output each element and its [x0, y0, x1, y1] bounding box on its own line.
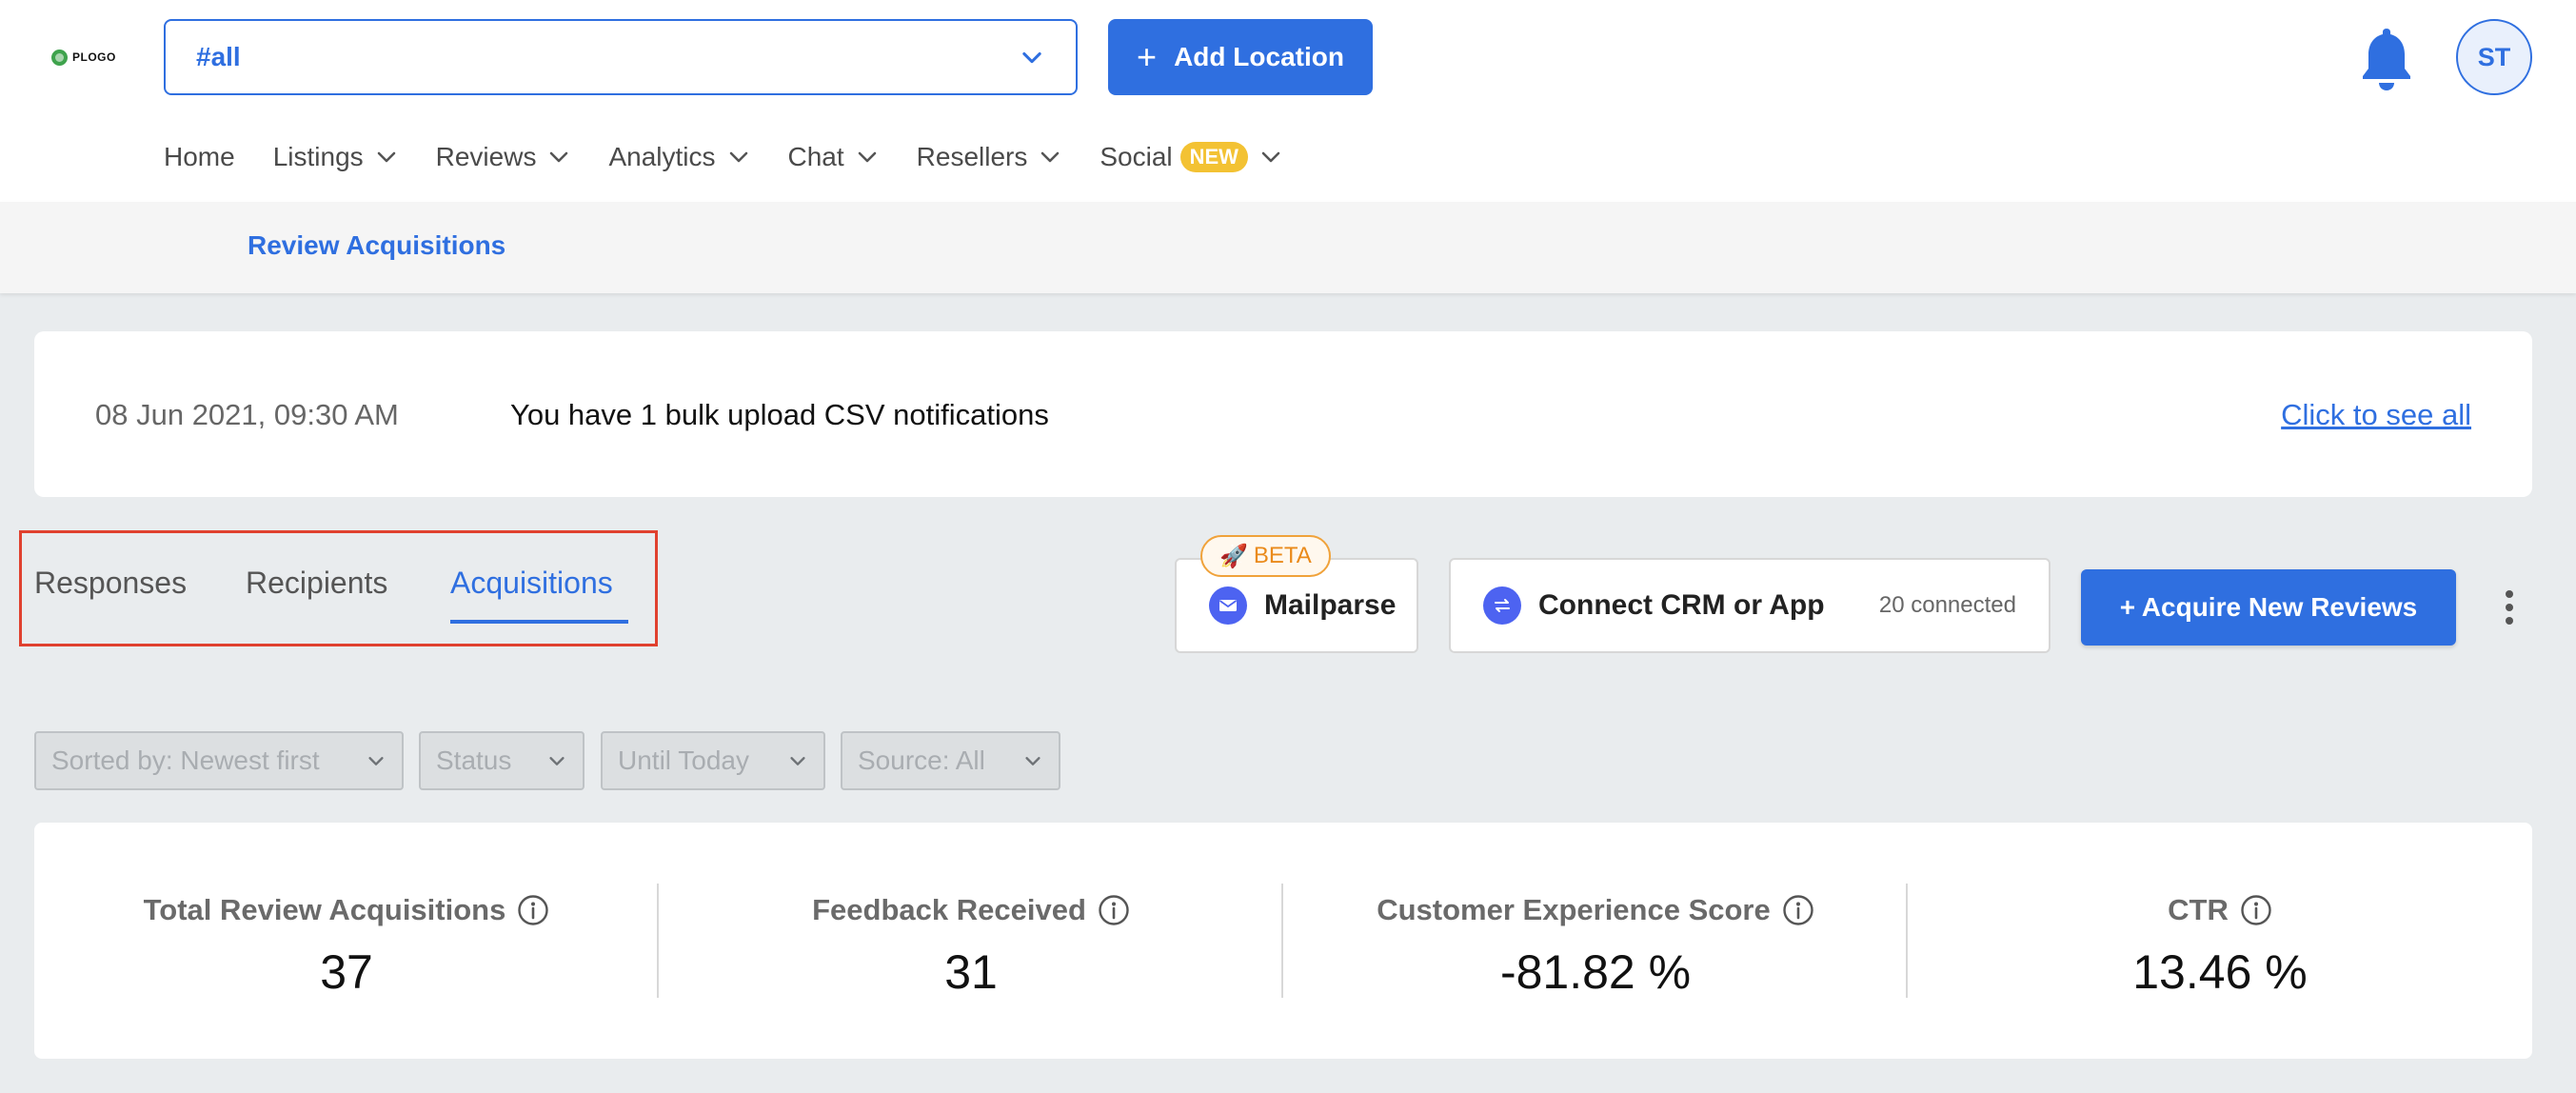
main-nav: Home Listings Reviews Analytics Chat Res…: [164, 133, 1320, 181]
notification-card: 08 Jun 2021, 09:30 AM You have 1 bulk up…: [34, 331, 2532, 497]
stat-total-acquisitions-label: Total Review Acquisitions: [143, 893, 506, 926]
nav-resellers-label: Resellers: [916, 142, 1028, 171]
kebab-dot: [2506, 604, 2513, 611]
see-all-link[interactable]: Click to see all: [2281, 398, 2471, 432]
nav-chat[interactable]: Chat: [788, 142, 879, 172]
nav-social-label: Social: [1100, 142, 1173, 171]
logo-mark-icon: [51, 49, 68, 66]
nav-resellers[interactable]: Resellers: [917, 142, 1062, 172]
chevron-down-icon: [729, 151, 747, 163]
beta-label: BETA: [1253, 543, 1312, 568]
date-filter[interactable]: Until Today: [601, 731, 825, 790]
nav-analytics-label: Analytics: [608, 142, 716, 171]
stat-label: Total Review Acquisitions: [144, 893, 550, 927]
info-icon[interactable]: [1098, 894, 1130, 926]
nav-reviews[interactable]: Reviews: [436, 142, 571, 172]
tab-acquisitions[interactable]: Acquisitions: [450, 566, 613, 601]
new-badge: NEW: [1179, 142, 1248, 172]
notification-date: 08 Jun 2021, 09:30 AM: [95, 398, 399, 431]
logo-text: PLOGO: [72, 50, 116, 64]
kebab-dot: [2506, 617, 2513, 625]
date-filter-label: Until Today: [618, 745, 750, 775]
tab-responses[interactable]: Responses: [34, 566, 187, 601]
info-icon[interactable]: [517, 894, 549, 926]
mail-icon: [1209, 586, 1247, 625]
notification-message: You have 1 bulk upload CSV notifications: [510, 398, 1049, 431]
stat-label: CTR: [2168, 893, 2272, 927]
nav-social[interactable]: Social NEW: [1100, 142, 1282, 172]
rocket-icon: 🚀: [1219, 543, 1248, 569]
sort-filter-label: Sorted by: Newest first: [51, 745, 320, 775]
stat-ctr: CTR 13.46 %: [1908, 823, 2532, 1059]
connect-crm-button[interactable]: Connect CRM or App 20 connected: [1449, 558, 2051, 653]
mailparse-label: Mailparse: [1264, 589, 1397, 621]
tab-recipients[interactable]: Recipients: [246, 566, 387, 601]
stat-feedback-received: Feedback Received 31: [659, 823, 1283, 1059]
connected-count: 20 connected: [1878, 592, 2016, 618]
kebab-menu-icon[interactable]: [2494, 585, 2525, 630]
info-icon[interactable]: [1782, 894, 1814, 926]
active-tab-indicator: [450, 620, 628, 624]
chevron-down-icon: [1022, 51, 1041, 64]
chevron-down-icon: [1025, 757, 1040, 765]
status-filter-label: Status: [436, 745, 512, 775]
sub-header: Review Acquisitions: [0, 202, 2576, 293]
kebab-dot: [2506, 590, 2513, 598]
chevron-down-icon: [1261, 151, 1280, 163]
chevron-down-icon: [550, 151, 568, 163]
stat-ctr-label: CTR: [2168, 893, 2229, 926]
status-filter[interactable]: Status: [419, 731, 585, 790]
stat-cx-score-value: -81.82 %: [1499, 945, 1692, 999]
brand-logo[interactable]: PLOGO: [51, 48, 116, 67]
chevron-down-icon: [858, 151, 876, 163]
add-location-label: Add Location: [1174, 42, 1344, 71]
stat-total-acquisitions: Total Review Acquisitions 37: [34, 823, 659, 1059]
plus-icon: +: [1137, 37, 1158, 76]
source-filter-label: Source: All: [858, 745, 985, 775]
nav-listings[interactable]: Listings: [273, 142, 398, 172]
review-acquisitions-link[interactable]: Review Acquisitions: [248, 230, 505, 261]
chevron-down-icon: [368, 757, 384, 765]
info-icon[interactable]: [2240, 894, 2272, 926]
user-avatar[interactable]: ST: [2456, 19, 2532, 95]
beta-badge: 🚀 BETA: [1200, 535, 1331, 577]
stat-label: Customer Experience Score: [1377, 893, 1814, 927]
stat-cx-score: Customer Experience Score -81.82 %: [1283, 823, 1908, 1059]
nav-analytics[interactable]: Analytics: [608, 142, 749, 172]
nav-reviews-label: Reviews: [435, 142, 537, 171]
location-select-value: #all: [196, 42, 241, 71]
chevron-down-icon: [790, 757, 805, 765]
sort-filter[interactable]: Sorted by: Newest first: [34, 731, 404, 790]
acquire-new-reviews-button[interactable]: + Acquire New Reviews: [2081, 569, 2456, 646]
stat-label: Feedback Received: [812, 893, 1130, 927]
top-bar: PLOGO #all + Add Location ST Home Listin…: [0, 0, 2576, 202]
chevron-down-icon: [1041, 151, 1060, 163]
chevron-down-icon: [377, 151, 395, 163]
chevron-down-icon: [549, 757, 565, 765]
nav-home[interactable]: Home: [164, 142, 235, 172]
nav-home-label: Home: [164, 142, 235, 171]
source-filter[interactable]: Source: All: [841, 731, 1060, 790]
stat-ctr-value: 13.46 %: [2132, 945, 2308, 999]
stat-feedback-value: 31: [944, 945, 998, 999]
swap-arrows-icon: [1483, 586, 1521, 625]
add-location-button[interactable]: + Add Location: [1108, 19, 1373, 95]
stat-feedback-label: Feedback Received: [812, 893, 1086, 926]
location-select[interactable]: #all: [164, 19, 1078, 95]
connect-crm-label: Connect CRM or App: [1538, 589, 1825, 621]
nav-listings-label: Listings: [272, 142, 364, 171]
nav-chat-label: Chat: [787, 142, 844, 171]
stats-card: Total Review Acquisitions 37 Feedback Re…: [34, 823, 2532, 1059]
stat-cx-score-label: Customer Experience Score: [1377, 893, 1771, 926]
stat-total-acquisitions-value: 37: [320, 945, 373, 999]
bell-icon[interactable]: [2357, 25, 2416, 91]
